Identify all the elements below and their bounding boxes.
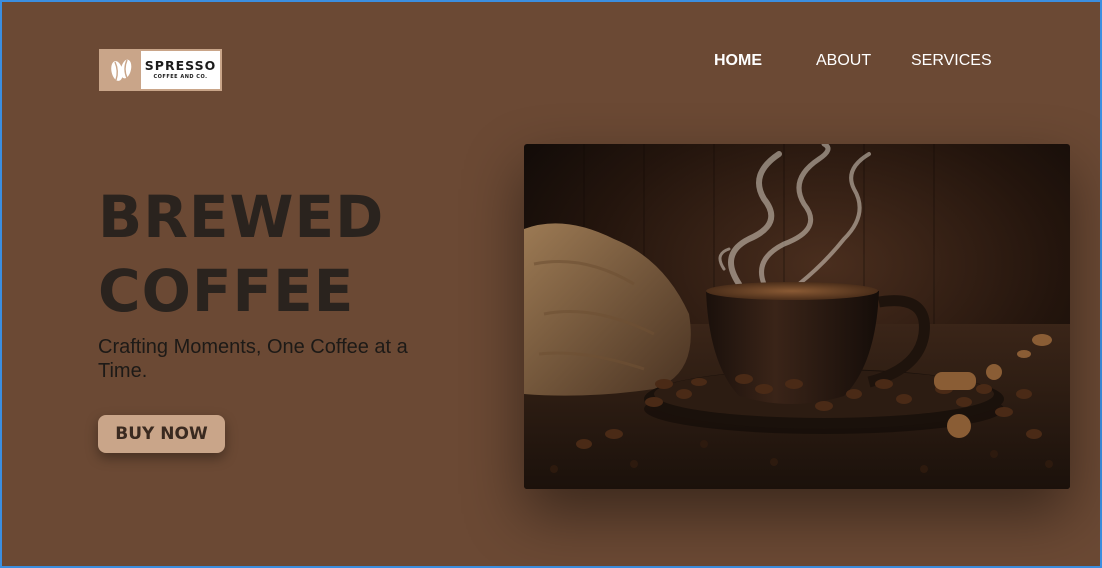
hero-title-line2: COFFEE (98, 257, 355, 325)
hero-coffee-image (524, 144, 1070, 489)
hero-title-line1: BREWED (98, 183, 385, 251)
brand-tagline: COFFEE AND CO. (153, 74, 208, 81)
nav-about-link[interactable]: ABOUT (816, 52, 911, 70)
hero-title: BREWED COFFEE (98, 180, 384, 328)
nav-services-link[interactable]: SERVICES (911, 52, 992, 70)
nav-home-link[interactable]: HOME (714, 52, 816, 70)
brand-logo[interactable]: SPRESSO COFFEE AND CO. (99, 49, 222, 91)
coffee-beans-icon (101, 51, 141, 89)
main-nav: HOME ABOUT SERVICES (714, 52, 992, 70)
brand-name: SPRESSO (144, 57, 217, 73)
hero-subtitle: Crafting Moments, One Coffee at a Time. (98, 336, 408, 382)
buy-now-button[interactable]: BUY NOW (98, 415, 225, 453)
logo-text: SPRESSO COFFEE AND CO. (141, 57, 220, 81)
